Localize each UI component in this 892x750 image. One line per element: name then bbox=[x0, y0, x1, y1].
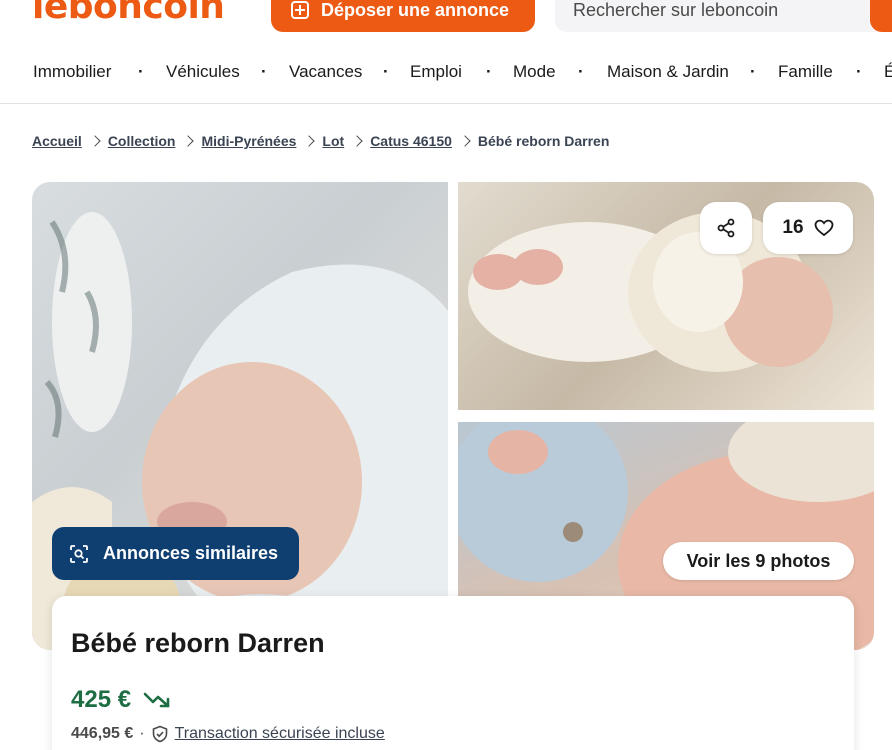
plus-square-icon bbox=[291, 1, 309, 19]
nav-item-emploi[interactable]: Emploi bbox=[410, 62, 462, 82]
search-placeholder: Rechercher sur leboncoin bbox=[573, 0, 779, 20]
shield-check-icon bbox=[152, 725, 167, 743]
nav-item-immobilier[interactable]: Immobilier bbox=[33, 62, 111, 82]
nav-separator: · bbox=[486, 62, 492, 81]
nav-item-maison-jardin[interactable]: Maison & Jardin bbox=[607, 62, 729, 82]
heart-icon bbox=[814, 219, 833, 237]
separator-dot: · bbox=[139, 725, 145, 742]
nav-item-vehicules[interactable]: Véhicules bbox=[166, 62, 240, 82]
visual-search-icon bbox=[70, 544, 88, 563]
ad-info-card: Bébé reborn Darren 425 € 446,95 € · Tran… bbox=[52, 596, 854, 750]
chevron-right-icon bbox=[182, 135, 195, 147]
category-nav: Immobilier · Véhicules · Vacances · Empl… bbox=[0, 58, 892, 88]
nav-separator: · bbox=[138, 62, 144, 81]
chevron-right-icon bbox=[89, 135, 101, 147]
secure-transaction-link[interactable]: Transaction sécurisée incluse bbox=[175, 725, 385, 743]
price-drop-icon bbox=[143, 692, 170, 708]
leboncoin-logo[interactable]: leboncoin bbox=[32, 0, 225, 27]
nav-item-mode[interactable]: Mode bbox=[513, 62, 556, 82]
similar-ads-button[interactable]: Annonces similaires bbox=[52, 527, 299, 580]
breadcrumb: Accueil Collection Midi-Pyrénées Lot Cat… bbox=[32, 133, 609, 149]
search-button[interactable] bbox=[870, 0, 892, 32]
share-icon bbox=[717, 218, 735, 238]
favorite-button[interactable]: 16 bbox=[763, 202, 853, 254]
nav-separator: · bbox=[383, 62, 389, 81]
breadcrumb-department[interactable]: Lot bbox=[322, 133, 344, 149]
price-value: 425 € bbox=[71, 686, 132, 713]
nav-item-famille[interactable]: Famille bbox=[778, 62, 833, 82]
nav-separator: · bbox=[578, 62, 584, 81]
ad-price: 425 € bbox=[71, 686, 171, 714]
nav-separator: · bbox=[261, 62, 267, 81]
chevron-right-icon bbox=[303, 135, 316, 147]
total-price: 446,95 € bbox=[71, 725, 134, 742]
deposit-ad-button[interactable]: Déposer une annonce bbox=[271, 0, 535, 32]
secure-price-line: 446,95 € · Transaction sécurisée incluse bbox=[71, 725, 385, 743]
chevron-right-icon bbox=[459, 135, 471, 147]
deposit-ad-label: Déposer une annonce bbox=[321, 0, 510, 20]
favorites-count: 16 bbox=[782, 217, 804, 238]
nav-item-vacances[interactable]: Vacances bbox=[289, 62, 362, 82]
breadcrumb-accueil[interactable]: Accueil bbox=[32, 133, 82, 149]
breadcrumb-collection[interactable]: Collection bbox=[108, 133, 176, 149]
search-input[interactable]: Rechercher sur leboncoin bbox=[555, 0, 892, 32]
nav-separator: · bbox=[856, 62, 862, 81]
site-header: leboncoin Déposer une annonce Rechercher… bbox=[0, 0, 892, 104]
ad-title: Bébé reborn Darren bbox=[71, 628, 325, 658]
breadcrumb-current: Bébé reborn Darren bbox=[477, 133, 610, 149]
see-all-photos-button[interactable]: Voir les 9 photos bbox=[663, 542, 854, 580]
share-button[interactable] bbox=[700, 202, 752, 254]
chevron-right-icon bbox=[351, 135, 363, 147]
breadcrumb-region[interactable]: Midi-Pyrénées bbox=[201, 133, 296, 149]
breadcrumb-city[interactable]: Catus 46150 bbox=[370, 133, 452, 149]
similar-ads-label: Annonces similaires bbox=[103, 543, 279, 563]
nav-separator: · bbox=[750, 62, 756, 81]
nav-item-truncated[interactable]: É bbox=[884, 62, 892, 82]
